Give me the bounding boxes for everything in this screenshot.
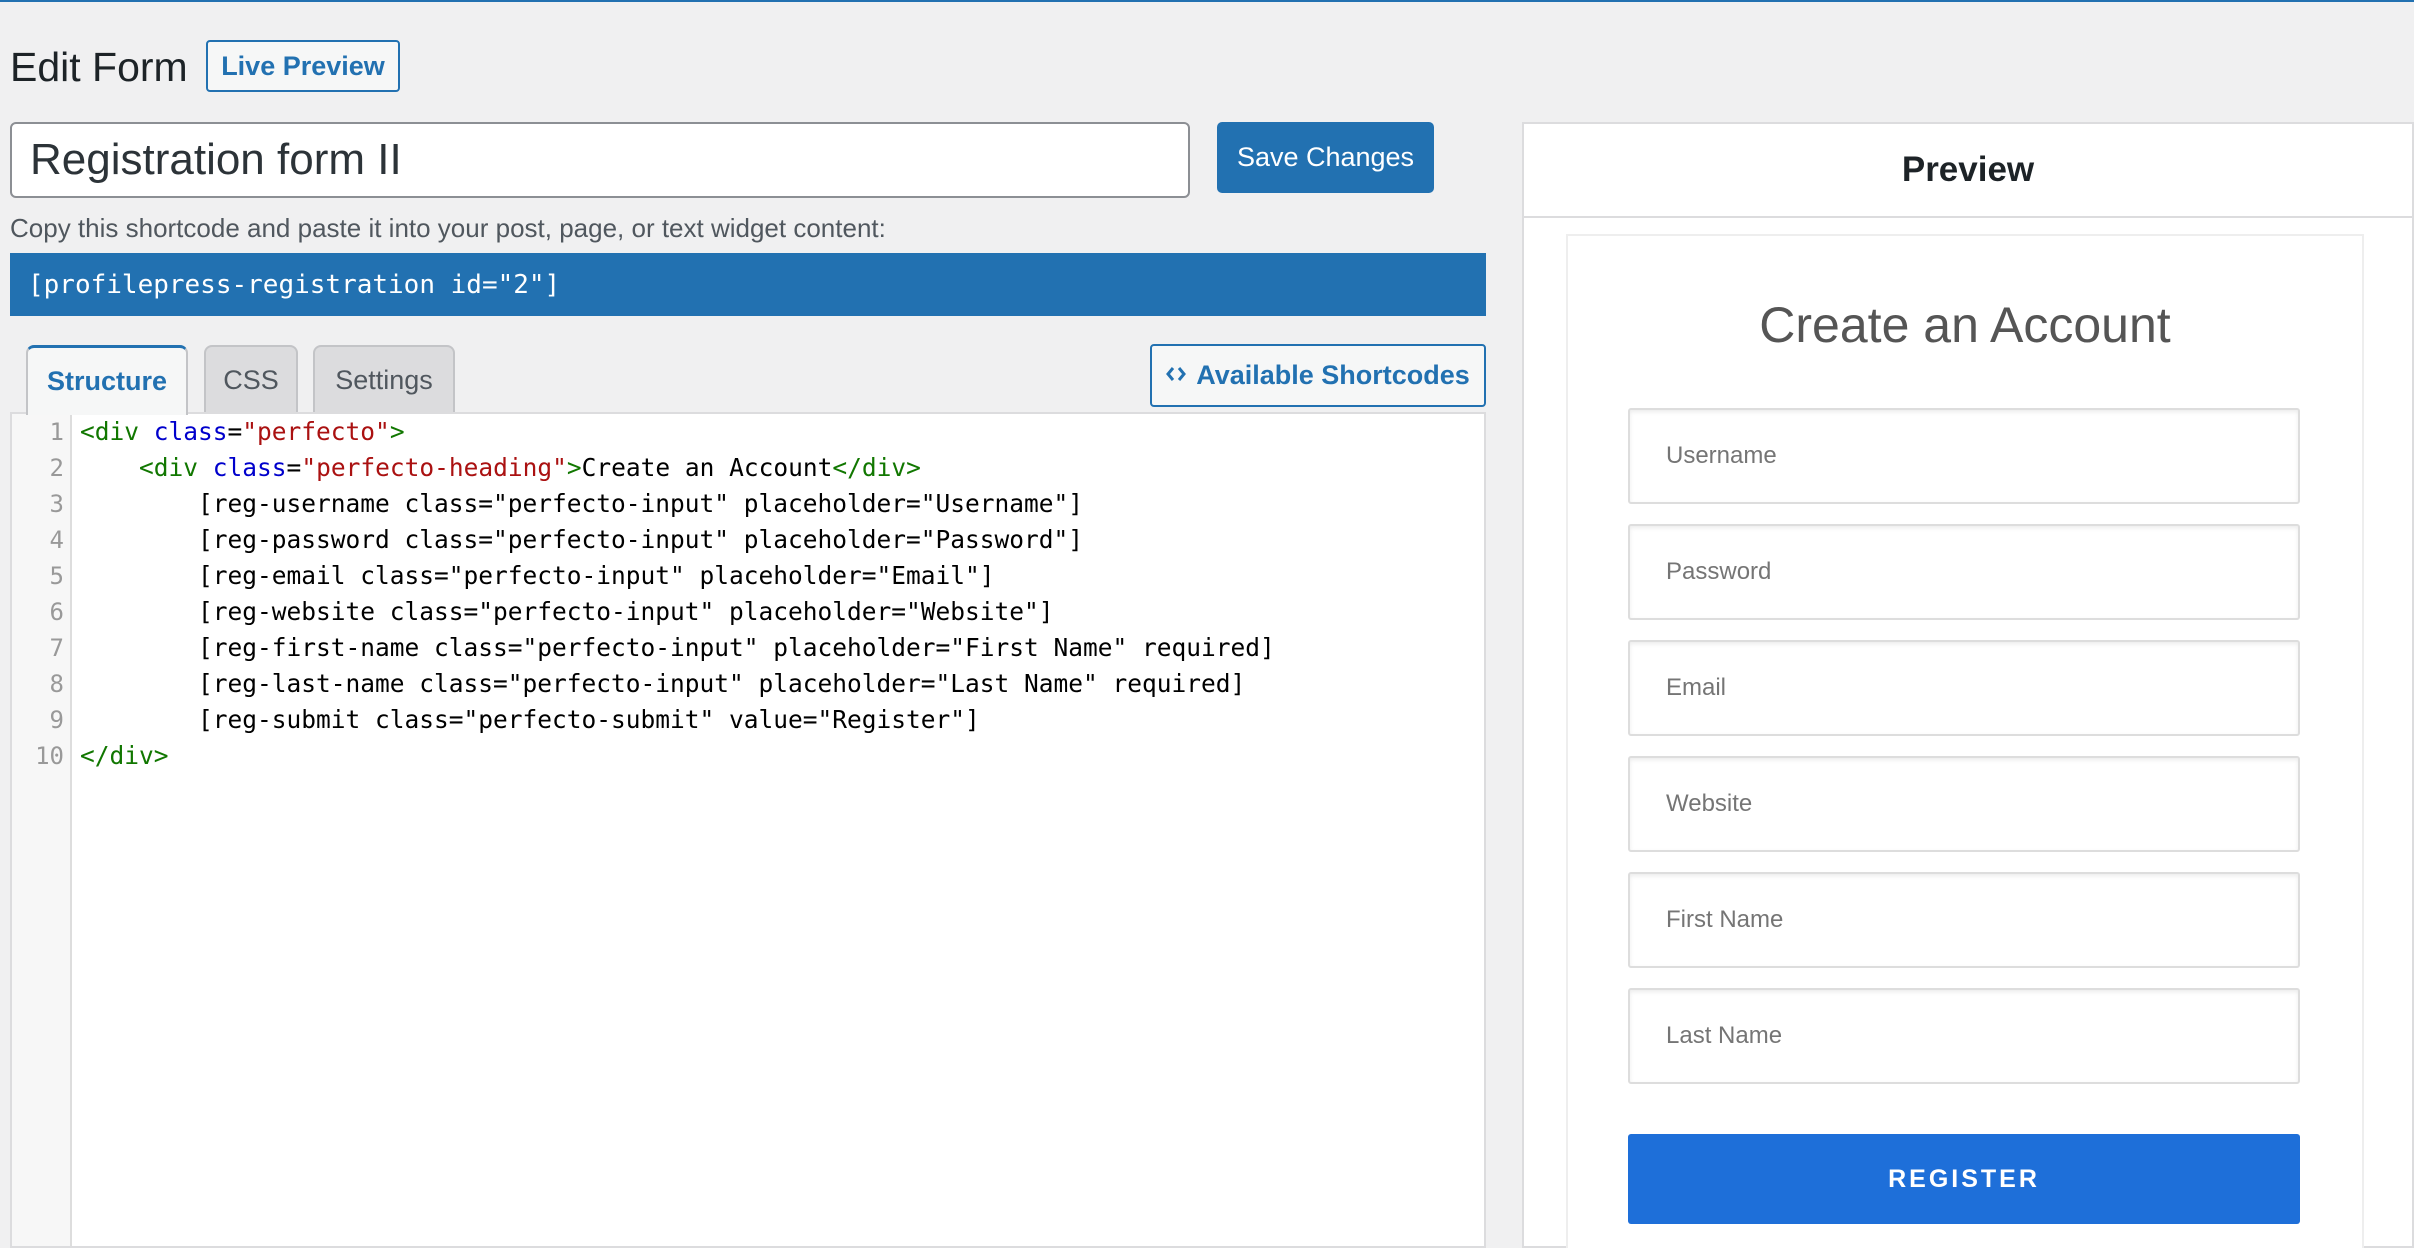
code-line[interactable]: [reg-first-name class="perfecto-input" p… bbox=[80, 630, 1275, 666]
code-line[interactable]: [reg-submit class="perfecto-submit" valu… bbox=[80, 702, 980, 738]
tab-css[interactable]: CSS bbox=[204, 345, 298, 413]
line-number: 7 bbox=[49, 634, 64, 662]
code-line[interactable]: <div class="perfecto-heading">Create an … bbox=[80, 450, 921, 486]
form-title-input[interactable]: Registration form II bbox=[10, 122, 1190, 198]
line-number: 2 bbox=[49, 454, 64, 482]
code-line[interactable]: <div class="perfecto"> bbox=[80, 414, 405, 450]
line-number: 6 bbox=[49, 598, 64, 626]
preview-title: Preview bbox=[1524, 124, 2412, 218]
line-number: 5 bbox=[49, 562, 64, 590]
tab-settings[interactable]: Settings bbox=[313, 345, 455, 413]
form-heading: Create an Account bbox=[1759, 297, 2171, 353]
line-number: 9 bbox=[49, 706, 64, 734]
line-number: 1 bbox=[49, 418, 64, 446]
code-line[interactable]: [reg-username class="perfecto-input" pla… bbox=[80, 486, 1083, 522]
top-accent-line bbox=[0, 0, 2414, 2]
code-line[interactable]: [reg-website class="perfecto-input" plac… bbox=[80, 594, 1054, 630]
line-number-gutter: 1 2 3 4 5 6 7 8 9 10 bbox=[12, 414, 72, 1246]
tab-structure[interactable]: Structure bbox=[26, 345, 188, 415]
code-editor[interactable]: 1 2 3 4 5 6 7 8 9 10 <div class="perfecto"> <div … bbox=[10, 412, 1486, 1248]
first-name-field[interactable]: First Name bbox=[1628, 872, 2300, 968]
save-changes-button[interactable]: Save Changes bbox=[1217, 122, 1434, 193]
code-line[interactable]: [reg-email class="perfecto-input" placeh… bbox=[80, 558, 995, 594]
code-line[interactable]: </div> bbox=[80, 738, 169, 774]
code-line[interactable]: [reg-last-name class="perfecto-input" pl… bbox=[80, 666, 1245, 702]
available-shortcodes-button[interactable]: Available Shortcodes bbox=[1150, 344, 1486, 407]
code-line[interactable]: [reg-password class="perfecto-input" pla… bbox=[80, 522, 1083, 558]
password-field[interactable]: Password bbox=[1628, 524, 2300, 620]
line-number: 3 bbox=[49, 490, 64, 518]
username-field[interactable]: Username bbox=[1628, 408, 2300, 504]
available-shortcodes-label: Available Shortcodes bbox=[1196, 360, 1470, 390]
preview-form-card: Create an Account Username Password Emai… bbox=[1566, 234, 2364, 1248]
last-name-field[interactable]: Last Name bbox=[1628, 988, 2300, 1084]
page-title: Edit Form bbox=[10, 44, 188, 90]
email-field[interactable]: Email bbox=[1628, 640, 2300, 736]
line-number: 8 bbox=[49, 670, 64, 698]
preview-panel: Preview Create an Account Username Passw… bbox=[1522, 122, 2414, 1248]
shortcode-hint: Copy this shortcode and paste it into yo… bbox=[10, 213, 886, 243]
shortcode-display[interactable]: [profilepress-registration id="2"] bbox=[10, 253, 1486, 316]
code-brackets-icon bbox=[1166, 360, 1187, 391]
live-preview-button[interactable]: Live Preview bbox=[206, 40, 400, 92]
line-number: 4 bbox=[49, 526, 64, 554]
register-button[interactable]: REGISTER bbox=[1628, 1134, 2300, 1224]
website-field[interactable]: Website bbox=[1628, 756, 2300, 852]
line-number: 10 bbox=[35, 742, 64, 770]
